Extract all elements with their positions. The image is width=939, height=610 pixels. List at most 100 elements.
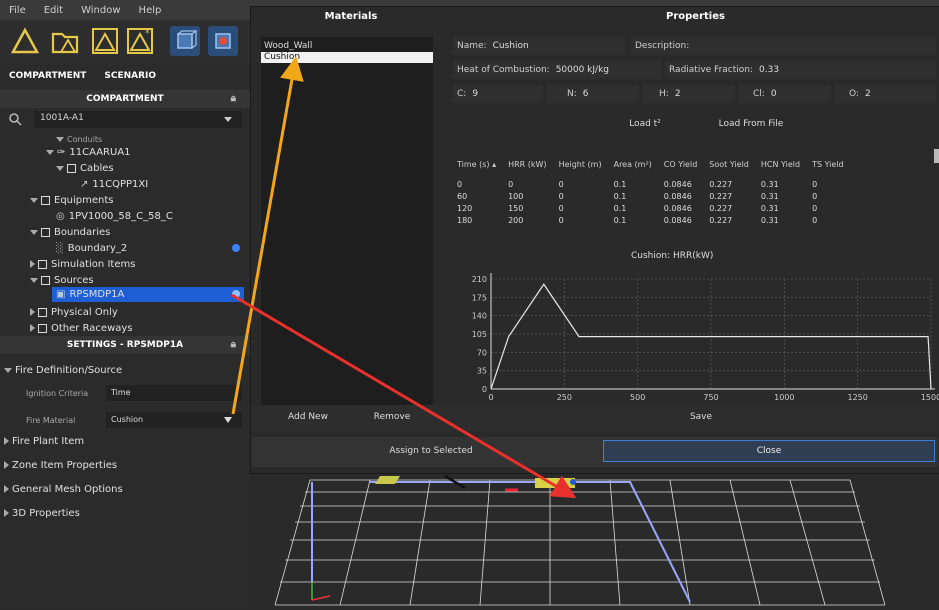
section-fire-plant-item[interactable]: Fire Plant Item (0, 431, 250, 453)
section-fire-definition[interactable]: Fire Definition/Source (0, 360, 250, 382)
save-triangle-icon[interactable] (90, 26, 120, 56)
compartment-select[interactable]: 1001A-A1 (34, 111, 242, 128)
tree-item-sources[interactable]: Sources (30, 273, 94, 288)
remove-button[interactable]: Remove (357, 412, 427, 422)
visibility-icon[interactable] (232, 244, 240, 252)
table-cell[interactable]: 0.31 (755, 202, 806, 214)
heat-of-combustion-field[interactable]: Heat of Combustion: 50000 kJ/kg (453, 61, 661, 79)
column-header[interactable]: Height (m) (553, 150, 608, 178)
table-cell[interactable]: 180 (451, 214, 502, 226)
tab-scenario[interactable]: SCENARIO (95, 68, 165, 88)
tree-item-source-selected[interactable]: ▣ RPSMDP1A (52, 287, 244, 302)
tree-item-boundary[interactable]: ░ Boundary_2 (56, 241, 127, 256)
menu-window[interactable]: Window (72, 5, 129, 16)
table-cell[interactable]: 0.227 (703, 202, 755, 214)
3d-cube-icon[interactable] (170, 26, 200, 56)
open-folder-icon[interactable] (50, 26, 80, 56)
tree-item-equipment[interactable]: ◎ 1PV1000_58_C_58_C (56, 209, 173, 224)
tree-item-cable[interactable]: ↗ 11CQPP1XI (80, 177, 148, 192)
table-row[interactable]: 180 200 0 0.1 0.0846 0.227 0.31 0 (451, 214, 850, 226)
close-button[interactable]: Close (603, 440, 935, 462)
table-cell[interactable]: 0.31 (755, 178, 806, 190)
load-from-file-button[interactable]: Load From File (706, 119, 796, 129)
table-cell[interactable]: 60 (451, 190, 502, 202)
table-cell[interactable]: 0.227 (703, 214, 755, 226)
tab-compartment[interactable]: COMPARTMENT (0, 68, 95, 88)
table-cell[interactable]: 0.227 (703, 190, 755, 202)
fire-cube-icon[interactable] (208, 26, 238, 56)
table-cell[interactable]: 200 (502, 214, 552, 226)
column-header[interactable]: Time (s) ▴ (451, 150, 502, 178)
menu-file[interactable]: File (0, 5, 35, 16)
table-cell[interactable]: 0 (553, 190, 608, 202)
table-cell[interactable]: 0.1 (608, 178, 658, 190)
column-header[interactable]: HCN Yield (755, 150, 806, 178)
table-row[interactable]: 120 150 0 0.1 0.0846 0.227 0.31 0 (451, 202, 850, 214)
table-cell[interactable]: 0.1 (608, 190, 658, 202)
table-cell[interactable]: 0 (806, 190, 850, 202)
add-new-button[interactable]: Add New (273, 412, 343, 422)
lock-icon[interactable]: 🔒︎ (231, 336, 236, 354)
ignition-criteria-field[interactable]: Time (106, 385, 242, 401)
save-button[interactable]: Save (661, 412, 741, 422)
column-header[interactable]: Soot Yield (703, 150, 755, 178)
table-cell[interactable]: 120 (451, 202, 502, 214)
table-cell[interactable]: 0 (451, 178, 502, 190)
table-cell[interactable]: 100 (502, 190, 552, 202)
n-field[interactable]: N: 6 (547, 85, 639, 103)
tree-item-raceway[interactable]: ✑ 11CAARUA1 (46, 145, 131, 160)
section-3d-properties[interactable]: 3D Properties (0, 503, 250, 525)
radiative-fraction-field[interactable]: Radiative Fraction: 0.33 (665, 61, 936, 79)
tree-item-other-raceways[interactable]: Other Raceways (30, 321, 133, 336)
table-row[interactable]: 60 100 0 0.1 0.0846 0.227 0.31 0 (451, 190, 850, 202)
table-cell[interactable]: 0.227 (703, 178, 755, 190)
table-cell[interactable]: 0 (806, 214, 850, 226)
cl-field[interactable]: Cl: 0 (739, 85, 831, 103)
save-as-triangle-icon[interactable]: * (125, 26, 155, 56)
visibility-icon[interactable] (232, 290, 240, 298)
section-general-mesh-options[interactable]: General Mesh Options (0, 479, 250, 501)
section-zone-item-properties[interactable]: Zone Item Properties (0, 455, 250, 477)
table-cell[interactable]: 0 (806, 202, 850, 214)
table-cell[interactable]: 0 (553, 214, 608, 226)
table-cell[interactable]: 0.0846 (658, 178, 703, 190)
tree-item-physical-only[interactable]: Physical Only (30, 305, 118, 320)
fire-material-select[interactable]: Cushion (106, 412, 242, 428)
tree-item-equipments[interactable]: Equipments (30, 193, 114, 208)
o-field[interactable]: O: 2 (835, 85, 936, 103)
search-icon[interactable] (8, 112, 22, 126)
material-item-selected[interactable]: Cushion (261, 52, 433, 63)
assign-to-selected-button[interactable]: Assign to Selected (351, 446, 511, 456)
table-cell[interactable]: 0 (553, 202, 608, 214)
tree-item-boundaries[interactable]: Boundaries (30, 225, 110, 240)
table-cell[interactable]: 0 (806, 178, 850, 190)
menu-edit[interactable]: Edit (35, 5, 72, 16)
table-cell[interactable]: 0.0846 (658, 190, 703, 202)
column-header[interactable]: Area (m²) (608, 150, 658, 178)
column-header[interactable]: HRR (kW) (502, 150, 552, 178)
c-field[interactable]: C: 9 (453, 85, 543, 103)
table-cell[interactable]: 0.1 (608, 202, 658, 214)
h-field[interactable]: H: 2 (643, 85, 735, 103)
material-item[interactable]: Wood_Wall (261, 41, 433, 52)
load-t2-button[interactable]: Load t² (615, 119, 675, 129)
3d-viewport[interactable] (250, 472, 939, 607)
name-field[interactable]: Name: Cushion (453, 37, 625, 55)
table-row[interactable]: 0 0 0 0.1 0.0846 0.227 0.31 0 (451, 178, 850, 190)
menu-help[interactable]: Help (130, 5, 171, 16)
table-cell[interactable]: 0.31 (755, 214, 806, 226)
tree-item-cables[interactable]: Cables (56, 161, 114, 176)
table-cell[interactable]: 150 (502, 202, 552, 214)
description-field[interactable]: Description: (631, 37, 936, 55)
table-cell[interactable]: 0.0846 (658, 202, 703, 214)
table-cell[interactable]: 0.31 (755, 190, 806, 202)
column-header[interactable]: TS Yield (806, 150, 850, 178)
table-scrollbar[interactable] (934, 149, 939, 163)
column-header[interactable]: CO Yield (658, 150, 703, 178)
new-triangle-icon[interactable] (10, 26, 40, 56)
table-cell[interactable]: 0 (502, 178, 552, 190)
table-cell[interactable]: 0 (553, 178, 608, 190)
table-cell[interactable]: 0.1 (608, 214, 658, 226)
table-cell[interactable]: 0.0846 (658, 214, 703, 226)
lock-icon[interactable]: 🔒︎ (231, 90, 236, 108)
